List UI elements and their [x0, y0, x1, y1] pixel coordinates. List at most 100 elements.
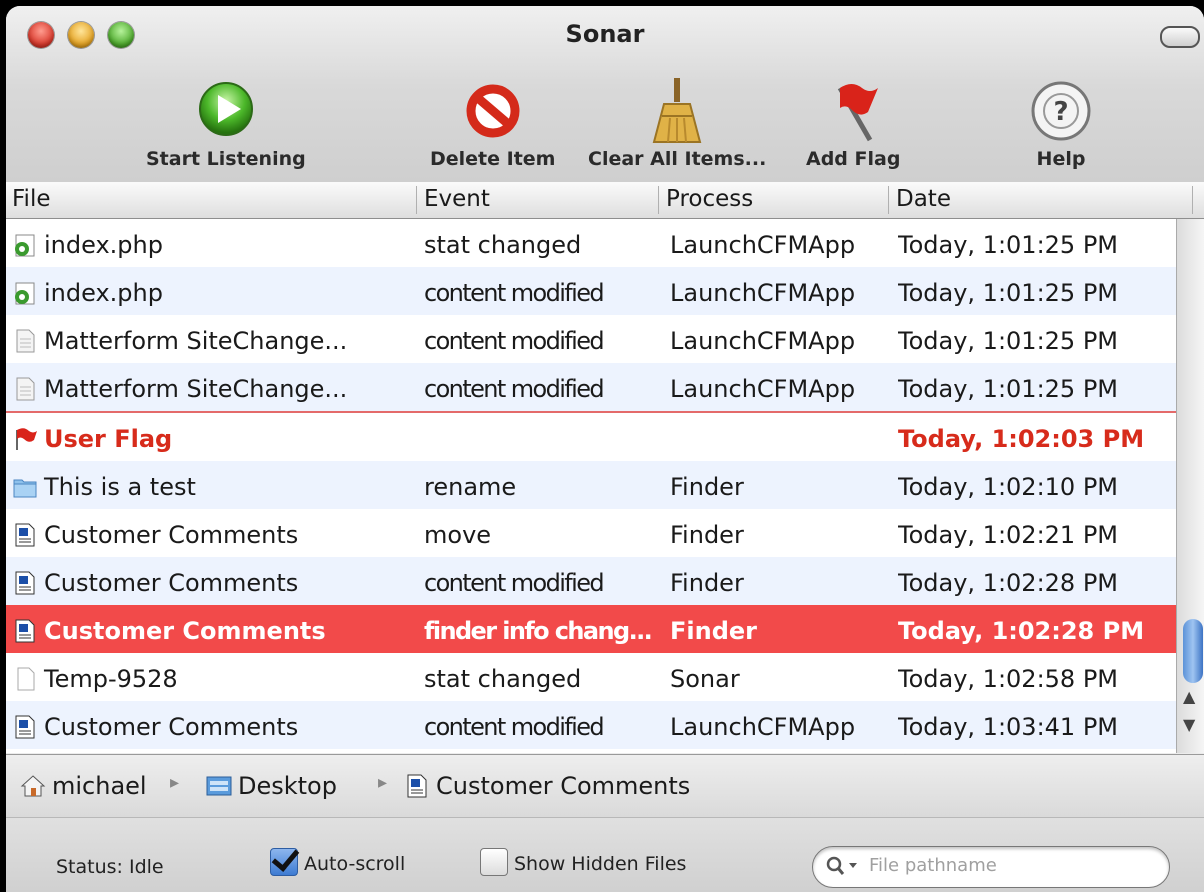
file-name: User Flag	[44, 425, 173, 453]
scroll-down-arrow-icon[interactable]: ▼	[1183, 715, 1195, 734]
php-file-icon	[15, 234, 35, 257]
text-document-icon	[407, 774, 427, 798]
event-name: content modified	[424, 375, 605, 403]
path-label: michael	[52, 772, 147, 800]
text-document-icon	[15, 523, 35, 547]
delete-item-label: Delete Item	[430, 148, 556, 170]
help-label: Help	[1036, 148, 1086, 170]
path-bar: michael ▸ Desktop ▸ Customer Comments	[6, 754, 1204, 818]
event-date: Today, 1:01:25 PM	[898, 327, 1118, 355]
table-row[interactable]: index.php stat changed LaunchCFMApp Toda…	[6, 219, 1176, 267]
desktop-folder-icon	[206, 776, 232, 796]
event-list: index.php stat changed LaunchCFMApp Toda…	[6, 219, 1176, 753]
folder-icon	[13, 479, 37, 498]
scroll-up-arrow-icon[interactable]: ▲	[1183, 687, 1195, 706]
text-document-icon	[15, 619, 35, 643]
table-row[interactable]: Matterform SiteChange... content modifie…	[6, 315, 1176, 363]
file-name: Matterform SiteChange...	[44, 375, 348, 403]
toolbar-toggle-button[interactable]	[1160, 26, 1200, 48]
event-date: Today, 1:01:25 PM	[898, 231, 1118, 259]
process-name: LaunchCFMApp	[670, 231, 856, 259]
document-icon	[16, 329, 35, 353]
text-document-icon	[15, 571, 35, 595]
table-row[interactable]: Customer Comments move Finder Today, 1:0…	[6, 509, 1176, 557]
file-name: Customer Comments	[44, 569, 299, 597]
table-row[interactable]: This is a test rename Finder Today, 1:02…	[6, 461, 1176, 509]
clear-all-items-button[interactable]: Clear All Items...	[588, 76, 766, 170]
process-name: Finder	[670, 521, 744, 549]
file-name: Customer Comments	[44, 521, 299, 549]
vertical-scrollbar[interactable]: ▲ ▼	[1176, 219, 1204, 753]
event-name: finder info chang...	[424, 617, 653, 645]
checkbox-unchecked-icon[interactable]	[480, 848, 508, 876]
text-document-icon	[15, 715, 35, 739]
help-button[interactable]: ? Help	[1026, 76, 1096, 170]
table-row[interactable]: Temp-9528 stat changed Sonar Today, 1:02…	[6, 653, 1176, 701]
path-item-home[interactable]: michael	[20, 772, 147, 800]
search-input[interactable]	[867, 854, 1161, 877]
php-file-icon	[15, 282, 35, 305]
table-header: File Event Process Date	[6, 182, 1204, 219]
sonar-window: Sonar Start Listening Delete Item Clear …	[6, 6, 1204, 892]
event-name: move	[424, 521, 492, 549]
event-name: stat changed	[424, 665, 582, 693]
process-name: LaunchCFMApp	[670, 713, 856, 741]
home-icon	[20, 775, 46, 797]
table-row[interactable]: Customer Comments content modified Launc…	[6, 701, 1176, 749]
delete-item-button[interactable]: Delete Item	[430, 76, 555, 170]
auto-scroll-checkbox[interactable]: Auto-scroll	[270, 848, 405, 876]
search-icon	[826, 856, 857, 875]
event-date: Today, 1:02:28 PM	[898, 569, 1118, 597]
column-header-process[interactable]: Process	[660, 186, 889, 214]
checkbox-checked-icon[interactable]	[270, 848, 298, 876]
add-flag-button[interactable]: Add Flag	[806, 76, 900, 170]
column-header-event[interactable]: Event	[418, 186, 659, 214]
start-listening-button[interactable]: Start Listening	[146, 76, 306, 170]
path-label: Desktop	[238, 772, 337, 800]
table-row[interactable]: Customer Comments content modified Finde…	[6, 557, 1176, 605]
window-title: Sonar	[565, 20, 645, 48]
event-name: content modified	[424, 327, 605, 355]
path-item-file[interactable]: Customer Comments	[404, 772, 690, 800]
table-row[interactable]: index.php content modified LaunchCFMApp …	[6, 267, 1176, 315]
column-header-date[interactable]: Date	[890, 186, 1193, 214]
table-row-selected[interactable]: Customer Comments finder info chang... F…	[6, 605, 1176, 653]
file-name: index.php	[44, 231, 163, 259]
add-flag-label: Add Flag	[806, 148, 901, 170]
clear-all-items-label: Clear All Items...	[588, 148, 767, 170]
help-icon: ?	[1031, 81, 1091, 141]
column-header-file[interactable]: File	[6, 186, 417, 214]
process-name: LaunchCFMApp	[670, 327, 856, 355]
event-date: Today, 1:02:03 PM	[898, 425, 1145, 453]
event-name: stat changed	[424, 231, 582, 259]
file-name: Customer Comments	[44, 713, 299, 741]
svg-text:?: ?	[1053, 97, 1068, 127]
file-pathname-search[interactable]	[812, 846, 1170, 888]
event-name: content modified	[424, 279, 605, 307]
process-name: LaunchCFMApp	[670, 375, 856, 403]
play-icon	[198, 82, 253, 136]
scrollbar-thumb[interactable]	[1183, 619, 1203, 683]
document-icon	[16, 377, 35, 401]
file-name: Matterform SiteChange...	[44, 327, 348, 355]
process-name: Finder	[670, 569, 744, 597]
blank-document-icon	[17, 667, 35, 691]
process-name: Finder	[670, 617, 757, 645]
event-date: Today, 1:02:58 PM	[898, 665, 1118, 693]
file-name: index.php	[44, 279, 163, 307]
path-item-desktop[interactable]: Desktop	[206, 772, 337, 800]
process-name: Finder	[670, 473, 744, 501]
show-hidden-files-checkbox[interactable]: Show Hidden Files	[480, 848, 686, 876]
start-listening-label: Start Listening	[146, 148, 306, 170]
event-date: Today, 1:02:10 PM	[898, 473, 1118, 501]
file-name: Customer Comments	[44, 617, 326, 645]
delete-icon	[466, 84, 520, 138]
table-row[interactable]: Matterform SiteChange... content modifie…	[6, 363, 1176, 413]
user-flag-row[interactable]: User Flag Today, 1:02:03 PM	[6, 413, 1176, 461]
title-toolbar-area: Sonar Start Listening Delete Item Clear …	[6, 6, 1204, 183]
status-bar: Status: Idle Auto-scroll Show Hidden Fil…	[6, 818, 1204, 892]
flag-icon	[16, 428, 37, 450]
file-name: This is a test	[44, 473, 196, 501]
status-text: Status: Idle	[56, 856, 164, 878]
event-date: Today, 1:02:28 PM	[898, 617, 1145, 645]
